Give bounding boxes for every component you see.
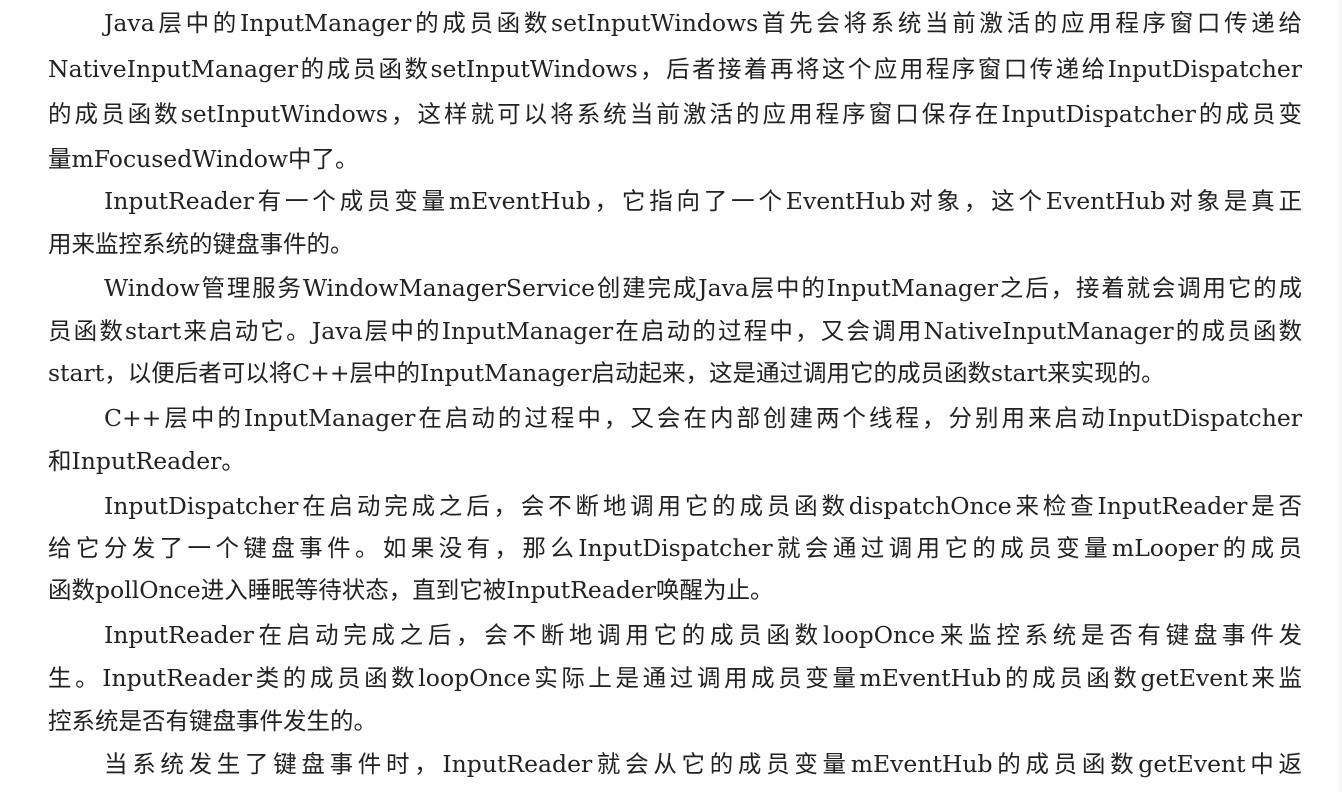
paragraph-7-line-1: 当系统发生了键盘事件时，InputReader就会从它的成员变量mEventHu…: [104, 750, 1302, 778]
paragraph-5-line-1: InputDispatcher在启动完成之后，会不断地调用它的成员函数dispa…: [104, 492, 1302, 520]
paragraph-6-line-3: 控系统是否有键盘事件发生的。: [48, 707, 377, 735]
paragraph-3-line-3: start，以便后者可以将C++层中的InputManager启动起来，这是通过…: [48, 359, 1165, 387]
paragraph-6-line-2: 生。InputReader类的成员函数loopOnce实际上是通过调用成员变量m…: [48, 664, 1302, 692]
paragraph-2-line-2: 用来监控系统的键盘事件的。: [48, 230, 354, 258]
paragraph-5-line-3: 函数pollOnce进入睡眠等待状态，直到它被InputReader唤醒为止。: [48, 576, 774, 604]
paragraph-6-line-1: InputReader在启动完成之后，会不断地调用它的成员函数loopOnce来…: [104, 621, 1302, 649]
page-edge-shadow: [1336, 0, 1342, 792]
paragraph-3-line-1: Window管理服务WindowManagerService创建完成Java层中…: [104, 274, 1302, 302]
paragraph-2-line-1: InputReader有一个成员变量mEventHub，它指向了一个EventH…: [104, 187, 1302, 215]
paragraph-4-line-2: 和InputReader。: [48, 447, 245, 475]
paragraph-1-line-1: Java层中的InputManager的成员函数setInputWindows首…: [104, 9, 1302, 37]
paragraph-1-line-3: 的成员函数setInputWindows，这样就可以将系统当前激活的应用程序窗口…: [48, 100, 1302, 128]
paragraph-1-line-4: 量mFocusedWindow中了。: [48, 145, 359, 173]
paragraph-3-line-2: 员函数start来启动它。Java层中的InputManager在启动的过程中，…: [48, 317, 1302, 345]
paragraph-4-line-1: C++层中的InputManager在启动的过程中，又会在内部创建两个线程，分别…: [104, 404, 1302, 432]
paragraph-1-line-2: NativeInputManager的成员函数setInputWindows，后…: [48, 55, 1302, 83]
paragraph-5-line-2: 给它分发了一个键盘事件。如果没有，那么InputDispatcher就会通过调用…: [48, 534, 1302, 562]
book-page: Java层中的InputManager的成员函数setInputWindows首…: [0, 0, 1342, 792]
